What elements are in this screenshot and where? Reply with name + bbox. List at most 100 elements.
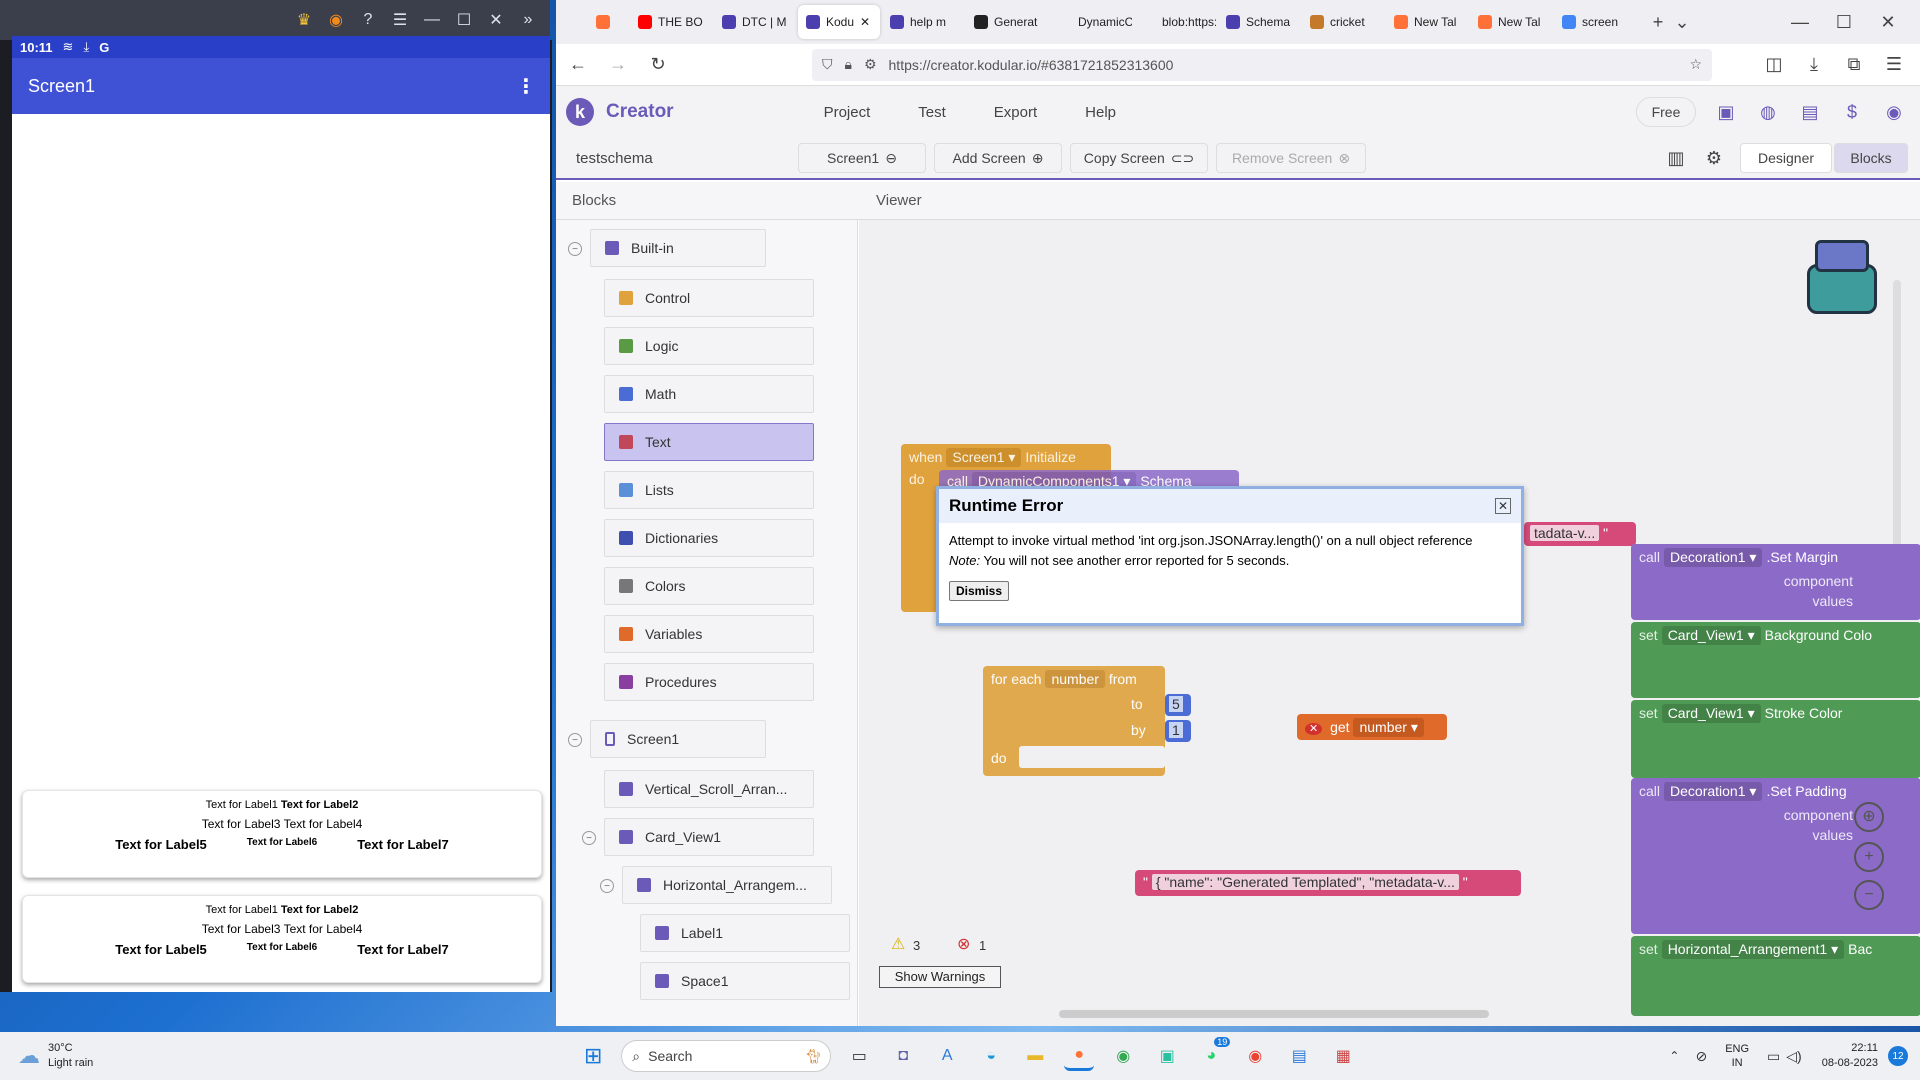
browser-tab[interactable]: [588, 5, 628, 39]
downloads-icon[interactable]: ⤓: [1802, 53, 1826, 77]
terminal-icon[interactable]: ▣: [1152, 1041, 1182, 1071]
screen-dropdown[interactable]: Screen1 ▾: [946, 448, 1022, 467]
crown-icon[interactable]: ♛: [290, 6, 318, 34]
notification-count[interactable]: 12: [1888, 1046, 1908, 1066]
warning-icon[interactable]: ⚠: [891, 934, 905, 954]
tree-builtin-colors[interactable]: Colors: [604, 567, 814, 605]
number-block-by[interactable]: 1: [1165, 720, 1191, 742]
expand-icon[interactable]: »: [514, 6, 542, 34]
app-menu-icon[interactable]: ☰: [1882, 53, 1906, 77]
account-icon[interactable]: ◉: [1882, 100, 1906, 124]
new-tab-icon[interactable]: +: [1646, 10, 1670, 34]
display-icon[interactable]: ▭: [1767, 1048, 1780, 1065]
maximize-icon[interactable]: ☐: [1832, 10, 1856, 34]
tree-component[interactable]: Vertical_Scroll_Arran...: [604, 770, 814, 808]
start-icon[interactable]: ⊞: [578, 1041, 608, 1071]
folder-icon[interactable]: ▣: [1714, 100, 1738, 124]
number-block-to[interactable]: 5: [1165, 694, 1191, 716]
dollar-icon[interactable]: $: [1840, 100, 1864, 124]
chrome-icon[interactable]: ◉: [1108, 1041, 1138, 1071]
browser-tab[interactable]: Kodu ✕: [798, 5, 880, 39]
add-screen-button[interactable]: Add Screen ⊕: [934, 143, 1062, 173]
tree-component[interactable]: Label1: [640, 914, 850, 952]
component-dropdown[interactable]: Card_View1 ▾: [1661, 626, 1761, 645]
tree-component[interactable]: Horizontal_Arrangem...: [622, 866, 832, 904]
free-plan-button[interactable]: Free: [1636, 97, 1696, 127]
bookmark-star-icon[interactable]: ☆: [1689, 56, 1702, 73]
component-dropdown[interactable]: Card_View1 ▾: [1661, 704, 1761, 723]
volume-icon[interactable]: ◁): [1786, 1048, 1801, 1065]
component-dropdown[interactable]: Horizontal_Arrangement1 ▾: [1661, 940, 1845, 959]
remove-screen-button[interactable]: Remove Screen ⊗: [1216, 143, 1366, 173]
minimize-icon[interactable]: —: [1788, 10, 1812, 34]
foreach-block[interactable]: for each number from to by do: [983, 666, 1165, 776]
forward-icon[interactable]: →: [606, 53, 630, 77]
extensions-icon[interactable]: ⧉: [1842, 53, 1866, 77]
component-block[interactable]: set Card_View1 ▾ Stroke Color: [1631, 700, 1920, 778]
screen-select[interactable]: Screen1 ⊖: [798, 143, 926, 173]
vertical-scrollbar[interactable]: [1893, 280, 1901, 580]
teams-icon[interactable]: ◘: [888, 1041, 918, 1071]
translator-icon[interactable]: A: [932, 1041, 962, 1071]
browser-tab[interactable]: screen: [1554, 5, 1636, 39]
record-icon[interactable]: ◉: [322, 6, 350, 34]
close-icon[interactable]: ✕: [482, 6, 510, 34]
menu-icon[interactable]: ☰: [386, 6, 414, 34]
component-dropdown[interactable]: Decoration1 ▾: [1664, 782, 1763, 801]
network-icon[interactable]: ⊘: [1695, 1048, 1707, 1065]
maximize-icon[interactable]: ☐: [450, 6, 478, 34]
browser-tab[interactable]: DTC | M: [714, 5, 796, 39]
show-warnings-button[interactable]: Show Warnings: [879, 966, 1001, 988]
menu-project[interactable]: Project: [824, 104, 871, 121]
loop-variable[interactable]: number: [1045, 670, 1105, 688]
minimize-icon[interactable]: —: [418, 6, 446, 34]
tree-builtin-procedures[interactable]: Procedures: [604, 663, 814, 701]
collapse-icon[interactable]: −: [582, 831, 596, 845]
pocket-icon[interactable]: ◫: [1762, 53, 1786, 77]
json-string-block[interactable]: tadata-v... ": [1524, 522, 1636, 546]
gallery-icon[interactable]: ▥: [1664, 146, 1688, 170]
lock-icon[interactable]: 🔒︎: [845, 56, 852, 73]
notepad-icon[interactable]: ▤: [1284, 1041, 1314, 1071]
zoom-in-icon[interactable]: +: [1854, 842, 1884, 872]
trash-bin-icon[interactable]: [1797, 234, 1887, 324]
reload-icon[interactable]: ↻: [646, 53, 670, 77]
designer-button[interactable]: Designer: [1740, 143, 1832, 173]
browser-tab[interactable]: New Tal: [1386, 5, 1468, 39]
settings-gear-icon[interactable]: ⚙: [1702, 146, 1726, 170]
kodular-logo[interactable]: k: [566, 98, 594, 126]
collapse-icon[interactable]: −: [600, 879, 614, 893]
menu-help[interactable]: Help: [1085, 104, 1116, 121]
browser-tab[interactable]: Generat: [966, 5, 1048, 39]
component-dropdown[interactable]: Decoration1 ▾: [1664, 548, 1763, 567]
collapse-builtin-icon[interactable]: −: [568, 242, 582, 256]
url-bar[interactable]: ⛉ 🔒︎ ⚙ https://creator.kodular.io/#63817…: [812, 48, 1712, 81]
tree-builtin-text[interactable]: Text: [604, 423, 814, 461]
weather-widget[interactable]: 30°C Light rain: [48, 1041, 93, 1071]
tree-component[interactable]: Space1: [640, 962, 850, 1000]
collapse-screen-icon[interactable]: −: [568, 733, 582, 747]
browser-tab[interactable]: New Tal: [1470, 5, 1552, 39]
json-string-block-2[interactable]: " { "name": "Generated Templated", "meta…: [1135, 870, 1521, 896]
clock[interactable]: 22:11 08-08-2023: [1822, 1041, 1878, 1071]
browser-tab[interactable]: THE BO: [630, 5, 712, 39]
tree-builtin-variables[interactable]: Variables: [604, 615, 814, 653]
tree-builtin-logic[interactable]: Logic: [604, 327, 814, 365]
whatsapp-icon[interactable]: ◕ 19: [1196, 1037, 1231, 1071]
tree-builtin-lists[interactable]: Lists: [604, 471, 814, 509]
palette-icon[interactable]: ◍: [1756, 100, 1780, 124]
component-block[interactable]: set Horizontal_Arrangement1 ▾ Bac: [1631, 936, 1920, 1016]
component-block[interactable]: set Card_View1 ▾ Background Colo: [1631, 622, 1920, 698]
component-block[interactable]: call Decoration1 ▾ .Set Margin component val…: [1631, 544, 1920, 620]
edge-icon[interactable]: ◒: [976, 1041, 1006, 1071]
menu-export[interactable]: Export: [994, 104, 1037, 121]
book-icon[interactable]: ▤: [1798, 100, 1822, 124]
dismiss-button[interactable]: Dismiss: [949, 581, 1010, 601]
tree-builtin-math[interactable]: Math: [604, 375, 814, 413]
file-explorer-icon[interactable]: ▬: [1020, 1041, 1050, 1071]
firefox-icon[interactable]: ●: [1064, 1041, 1095, 1071]
taskbar-search[interactable]: ⌕ Search 🐈︎: [621, 1040, 832, 1072]
zoom-reset-icon[interactable]: ⊕: [1854, 802, 1884, 832]
tree-builtin-dictionaries[interactable]: Dictionaries: [604, 519, 814, 557]
browser-tab[interactable]: help m: [882, 5, 964, 39]
